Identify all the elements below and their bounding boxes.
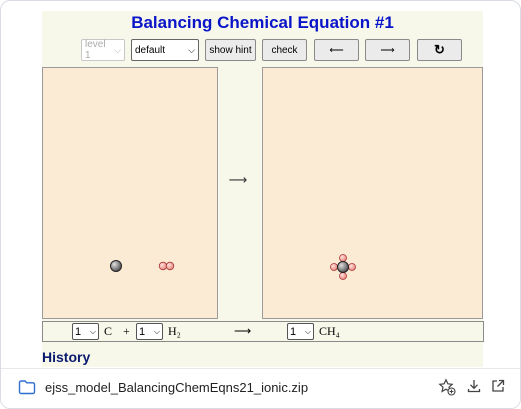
coefficient-value: 1 bbox=[75, 325, 82, 338]
previous-button[interactable]: ⟵ bbox=[314, 39, 359, 61]
equation-term-hydrogen: H₂ bbox=[168, 324, 181, 338]
equation-plus: + bbox=[123, 324, 130, 338]
download-filename[interactable]: ejss_model_BalancingChemEqns21_ionic.zip bbox=[45, 380, 308, 395]
hydrogen-molecule[interactable] bbox=[158, 261, 175, 271]
reactant-molecules bbox=[110, 260, 175, 272]
reset-button[interactable]: ↻ bbox=[417, 39, 462, 61]
download-bar: ejss_model_BalancingChemEqns21_ionic.zip bbox=[1, 368, 520, 408]
methane-molecule[interactable] bbox=[330, 254, 356, 280]
open-external-icon[interactable] bbox=[490, 378, 506, 394]
window: Balancing Chemical Equation #1 level 1 ⌵… bbox=[0, 0, 521, 409]
simulation-area: Balancing Chemical Equation #1 level 1 ⌵… bbox=[42, 11, 484, 367]
sim-title: Balancing Chemical Equation #1 bbox=[131, 13, 394, 32]
folder-icon[interactable] bbox=[18, 379, 36, 395]
history-heading: History bbox=[42, 349, 91, 365]
coefficient-select-hydrogen[interactable]: 1 ⌵ bbox=[136, 323, 163, 340]
level-select: level 1 ⌵ bbox=[81, 39, 125, 61]
product-molecules bbox=[330, 254, 356, 280]
chevron-down-icon: ⌵ bbox=[114, 44, 121, 55]
coefficient-value: 1 bbox=[290, 325, 297, 338]
chevron-down-icon: ⌵ bbox=[304, 326, 311, 336]
show-hint-button[interactable]: show hint bbox=[205, 39, 256, 61]
download-icon[interactable] bbox=[466, 378, 482, 394]
equation-term-carbon: C bbox=[104, 324, 113, 338]
chevron-down-icon: ⌵ bbox=[188, 44, 195, 55]
equation-arrow: ⟶ bbox=[234, 324, 252, 338]
chevron-down-icon: ⌵ bbox=[153, 326, 160, 336]
reactants-panel bbox=[42, 67, 218, 319]
coefficient-value: 1 bbox=[139, 325, 146, 338]
products-panel bbox=[262, 67, 483, 319]
equation-bar: 1 ⌵ C + 1 ⌵ H₂ ⟶ 1 ⌵ CH₄ bbox=[42, 321, 484, 342]
mode-select-value: default bbox=[135, 44, 166, 56]
chevron-down-icon: ⌵ bbox=[89, 326, 96, 336]
star-add-icon[interactable] bbox=[438, 378, 456, 396]
check-button[interactable]: check bbox=[262, 39, 307, 61]
carbon-atom[interactable] bbox=[110, 260, 122, 272]
next-button[interactable]: ⟶ bbox=[365, 39, 410, 61]
equation-term-methane: CH₄ bbox=[319, 324, 340, 338]
reaction-arrow: ⟶ bbox=[228, 173, 248, 188]
coefficient-select-methane[interactable]: 1 ⌵ bbox=[287, 323, 314, 340]
coefficient-select-carbon[interactable]: 1 ⌵ bbox=[72, 323, 99, 340]
mode-select[interactable]: default ⌵ bbox=[131, 39, 199, 61]
level-select-value: level 1 bbox=[85, 39, 106, 61]
